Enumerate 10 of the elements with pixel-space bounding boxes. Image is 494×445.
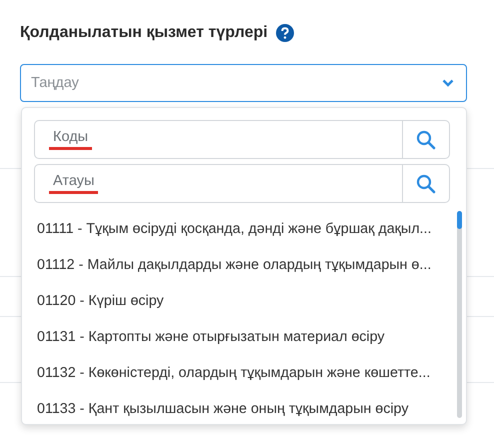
dropdown-option[interactable]: 01131 - Картопты және отырғызатын материал өсіру	[34, 319, 450, 355]
help-icon[interactable]	[276, 24, 294, 42]
chevron-icon	[442, 79, 454, 87]
dropdown-option[interactable]: 01120 - Күріш өсіру	[34, 283, 450, 319]
field-label: Қолданылатын қызмет түрлері	[20, 24, 268, 42]
dropdown-option[interactable]: 01112 - Майлы дақылдарды және олардың тұқымдарын ө...	[34, 247, 450, 283]
dropdown-option[interactable]: 01132 - Көкөністерді, олардың тұқымдарын және көшетте...	[34, 355, 450, 391]
dropdown-option[interactable]: 01133 - Қант қызылшасын және оның тұқымдарын өсіру	[34, 391, 450, 424]
dropdown-option[interactable]: 01111 - Тұқым өсіруді қосқанда, дәнді және бұршақ дақыл...	[34, 211, 450, 247]
scrollbar[interactable]	[457, 211, 462, 418]
